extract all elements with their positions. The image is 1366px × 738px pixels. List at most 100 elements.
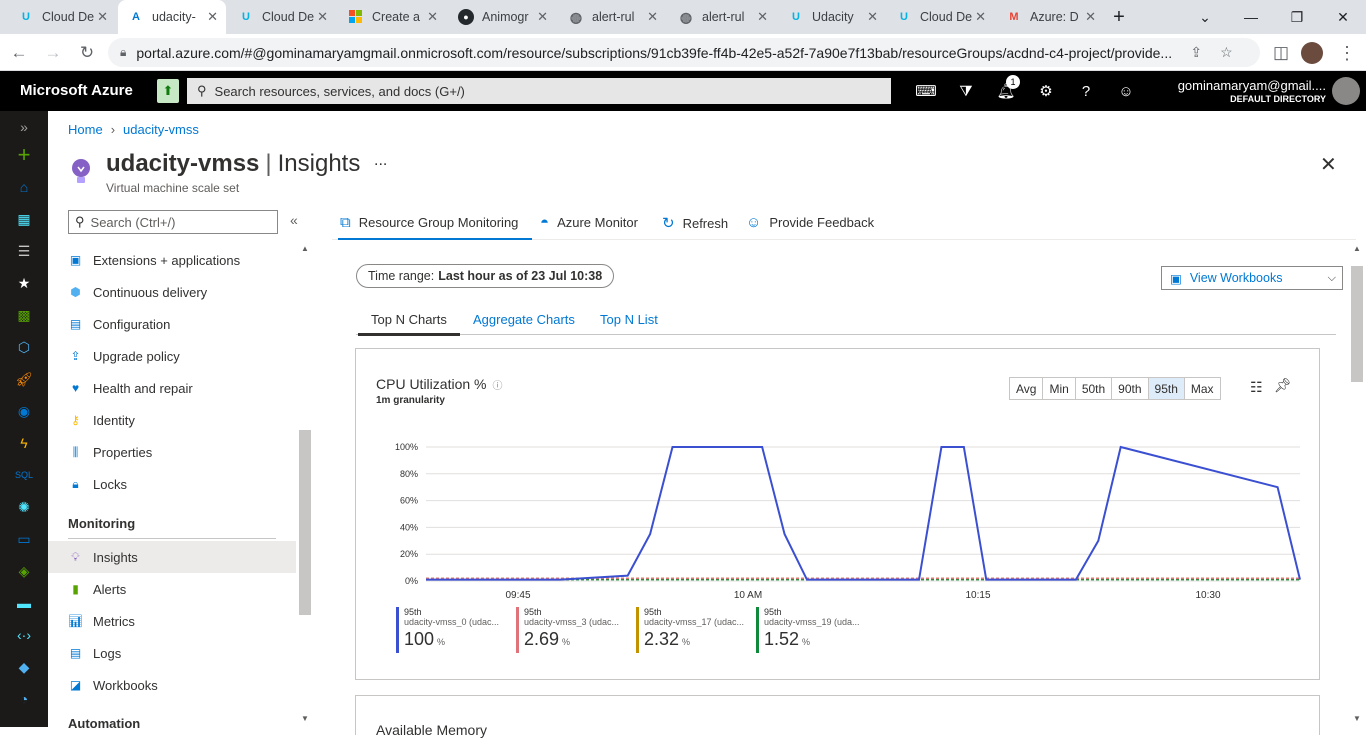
browser-tab[interactable]: U Cloud De ✕	[8, 0, 116, 34]
menu-item-insights[interactable]: 💡︎ Insights	[48, 541, 296, 573]
menu-search-input[interactable]: ⚲ Search (Ctrl+/)	[68, 210, 278, 234]
back-icon[interactable]: ←	[6, 40, 32, 66]
menu-item-upgrade-policy[interactable]: ⇪ Upgrade policy	[48, 340, 296, 372]
provide-feedback-button[interactable]: ☺ Provide Feedback	[746, 214, 874, 231]
virtual-machines-icon[interactable]: ▭	[14, 529, 34, 549]
url-text[interactable]: portal.azure.com/#@gominamaryamgmail.onm…	[136, 45, 1176, 61]
menu-item-logs[interactable]: ▤ Logs	[48, 637, 296, 669]
close-tab-icon[interactable]: ✕	[867, 9, 878, 25]
menu-item-locks[interactable]: 🔒︎ Locks	[48, 468, 296, 500]
aggregation-95th[interactable]: 95th	[1147, 377, 1185, 400]
breadcrumb-home[interactable]: Home	[68, 122, 103, 137]
menu-item-identity[interactable]: ⚷ Identity	[48, 404, 296, 436]
close-tab-icon[interactable]: ✕	[757, 9, 768, 25]
view-workbooks-dropdown[interactable]: ▣ View Workbooks ⌵	[1161, 266, 1343, 290]
dashboard-icon[interactable]: ▦	[14, 209, 34, 229]
minimize-icon[interactable]: —	[1228, 0, 1274, 34]
virtual-networks-icon[interactable]: ‹·›	[14, 625, 34, 645]
account-menu[interactable]: gominamaryam@gmail.... DEFAULT DIRECTORY	[1178, 78, 1326, 104]
aggregation-50th[interactable]: 50th	[1074, 377, 1113, 400]
azure-monitor-button[interactable]: ◓ Azure Monitor	[540, 214, 638, 231]
menu-item-alerts[interactable]: ▮ Alerts	[48, 573, 296, 605]
close-window-icon[interactable]: ✕	[1320, 0, 1366, 34]
menu-item-health-repair[interactable]: ♥ Health and repair	[48, 372, 296, 404]
tab-top-n-charts[interactable]: Top N Charts	[371, 312, 447, 327]
expand-menu-icon[interactable]: »	[14, 117, 34, 137]
aggregation-90th[interactable]: 90th	[1111, 377, 1149, 400]
quickstart-icon[interactable]: 🚀︎	[14, 369, 34, 389]
browser-tab[interactable]: ◍ alert-rul ✕	[668, 0, 776, 34]
breadcrumb-resource[interactable]: udacity-vmss	[123, 122, 199, 137]
legend-item[interactable]: 95th udacity-vmss_0 (udac... 100%	[396, 607, 506, 653]
content-scrollbar-thumb[interactable]	[1351, 266, 1363, 382]
global-search-input[interactable]: ⚲ Search resources, services, and docs (…	[187, 78, 891, 104]
share-icon[interactable]: ⇪	[1190, 44, 1202, 61]
browser-tab[interactable]: Create a ✕	[338, 0, 446, 34]
forward-icon[interactable]: →	[40, 40, 66, 66]
resource-groups-icon[interactable]: ⬡	[14, 337, 34, 357]
browser-tab[interactable]: U Cloud De ✕	[886, 0, 994, 34]
cloud-shell-icon[interactable]: ⌨	[915, 80, 937, 102]
refresh-button[interactable]: ↻ Refresh	[662, 214, 728, 232]
load-balancer-icon[interactable]: ◈	[14, 561, 34, 581]
tab-search-icon[interactable]: ⌄	[1182, 0, 1228, 34]
browser-tab[interactable]: M Azure: D ✕	[996, 0, 1104, 34]
pin-icon[interactable]: 📌︎	[1274, 377, 1292, 394]
bookmark-star-icon[interactable]: ☆	[1220, 44, 1233, 61]
info-icon[interactable]: ⓘ	[492, 381, 502, 392]
directory-filter-icon[interactable]: ⧩	[955, 80, 977, 102]
legend-item[interactable]: 95th udacity-vmss_3 (udac... 2.69%	[516, 607, 626, 653]
help-icon[interactable]: ?	[1075, 80, 1097, 102]
aggregation-max[interactable]: Max	[1183, 377, 1221, 400]
restore-icon[interactable]: ❐	[1274, 0, 1320, 34]
scroll-up-icon[interactable]: ▲	[301, 244, 309, 253]
profile-avatar[interactable]	[1301, 42, 1323, 64]
upgrade-icon[interactable]: ⬆	[157, 79, 179, 103]
feedback-icon[interactable]: ☺	[1115, 80, 1137, 102]
close-tab-icon[interactable]: ✕	[427, 9, 438, 25]
all-resources-icon[interactable]: ▩	[14, 305, 34, 325]
function-app-icon[interactable]: ϟ	[14, 433, 34, 453]
cosmos-db-icon[interactable]: ✺	[14, 497, 34, 517]
menu-item-metrics[interactable]: 📊︎ Metrics	[48, 605, 296, 637]
monitor-icon[interactable]: ◔	[14, 689, 34, 709]
reload-icon[interactable]: ↻	[74, 40, 100, 66]
legend-item[interactable]: 95th udacity-vmss_19 (uda... 1.52%	[756, 607, 866, 653]
azure-brand[interactable]: Microsoft Azure	[20, 82, 133, 99]
browser-tab[interactable]: U Udacity ✕	[778, 0, 886, 34]
close-tab-icon[interactable]: ✕	[317, 9, 328, 25]
close-tab-icon[interactable]: ✕	[207, 9, 218, 25]
create-resource-icon[interactable]: +	[14, 142, 34, 167]
browser-menu-icon[interactable]: ⋮	[1334, 40, 1360, 66]
scroll-up-icon[interactable]: ▲	[1353, 244, 1361, 253]
gear-icon[interactable]: ⚙	[1035, 80, 1057, 102]
time-range-picker[interactable]: Time range: Last hour as of 23 Jul 10:38	[356, 264, 615, 288]
home-icon[interactable]: ⌂	[14, 177, 34, 197]
close-tab-icon[interactable]: ✕	[537, 9, 548, 25]
collapse-menu-icon[interactable]: «	[290, 212, 298, 228]
tab-top-n-list[interactable]: Top N List	[600, 312, 658, 327]
aggregation-min[interactable]: Min	[1042, 377, 1076, 400]
sql-database-icon[interactable]: SQL	[14, 465, 34, 485]
close-tab-icon[interactable]: ✕	[1085, 9, 1096, 25]
menu-scrollbar-thumb[interactable]	[299, 430, 311, 615]
aggregation-avg[interactable]: Avg	[1009, 377, 1044, 400]
browser-tab[interactable]: ● Animogr ✕	[448, 0, 556, 34]
browser-tab-active[interactable]: Audacity- ✕	[118, 0, 226, 34]
close-blade-icon[interactable]: ✕	[1320, 152, 1337, 177]
address-bar[interactable]: 🔒︎ portal.azure.com/#@gominamaryamgmail.…	[108, 38, 1260, 67]
new-tab-icon[interactable]: +	[1096, 0, 1142, 34]
scroll-down-icon[interactable]: ▼	[1353, 714, 1361, 723]
browser-tab[interactable]: U Cloud De ✕	[228, 0, 336, 34]
menu-item-configuration[interactable]: ▤ Configuration	[48, 308, 296, 340]
all-services-icon[interactable]: ☰	[14, 241, 34, 261]
menu-item-properties[interactable]: ⫼ Properties	[48, 436, 296, 468]
menu-item-workbooks[interactable]: ◪ Workbooks	[48, 669, 296, 701]
close-tab-icon[interactable]: ✕	[97, 9, 108, 25]
browser-tab[interactable]: ◍ alert-rul ✕	[558, 0, 666, 34]
favorites-star-icon[interactable]: ★	[14, 273, 34, 293]
menu-item-continuous-delivery[interactable]: ⬢ Continuous delivery	[48, 276, 296, 308]
grid-view-icon[interactable]: ☷	[1250, 379, 1263, 396]
menu-item-extensions[interactable]: ▣ Extensions + applications	[48, 244, 296, 276]
entra-id-icon[interactable]: ◆	[14, 657, 34, 677]
